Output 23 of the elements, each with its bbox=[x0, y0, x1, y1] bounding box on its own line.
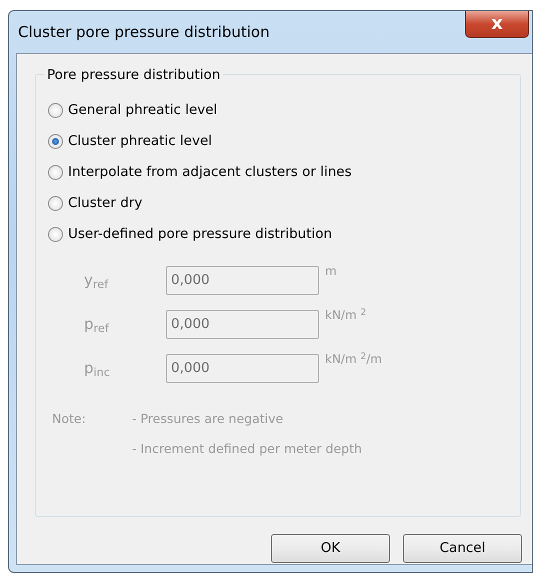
note-text: - Increment defined per meter depth bbox=[132, 440, 362, 458]
radio-button[interactable] bbox=[48, 103, 63, 118]
close-button[interactable]: x bbox=[465, 11, 529, 38]
unit-label: kN/m $^{2}$/m bbox=[325, 350, 382, 368]
field-label: p$_{ref}$ bbox=[83, 314, 110, 336]
radio-option[interactable]: General phreatic level bbox=[48, 95, 218, 126]
field-label: p$_{inc}$ bbox=[83, 358, 111, 380]
radio-option[interactable]: Interpolate from adjacent clusters or lines bbox=[48, 157, 352, 188]
unit-label: kN/m $^{2}$ bbox=[325, 306, 366, 324]
radio-button[interactable] bbox=[48, 227, 63, 242]
unit-label: m bbox=[325, 263, 337, 280]
radio-option[interactable]: User-defined pore pressure distribution bbox=[48, 219, 332, 250]
dialog-button[interactable]: OK bbox=[271, 534, 390, 563]
dialog-button[interactable]: Cancel bbox=[403, 534, 522, 563]
radio-option[interactable]: Cluster dry bbox=[48, 188, 142, 219]
field-label: y$_{ref}$ bbox=[83, 270, 110, 292]
radio-button[interactable] bbox=[48, 165, 63, 180]
window-title: Cluster pore pressure distribution bbox=[17, 22, 270, 43]
note-text: - Pressures are negative bbox=[132, 410, 284, 428]
note-label: Note: bbox=[51, 410, 87, 428]
radio-option[interactable]: Cluster phreatic level bbox=[48, 126, 212, 157]
radio-button[interactable] bbox=[48, 196, 63, 211]
radio-button[interactable] bbox=[48, 134, 63, 149]
